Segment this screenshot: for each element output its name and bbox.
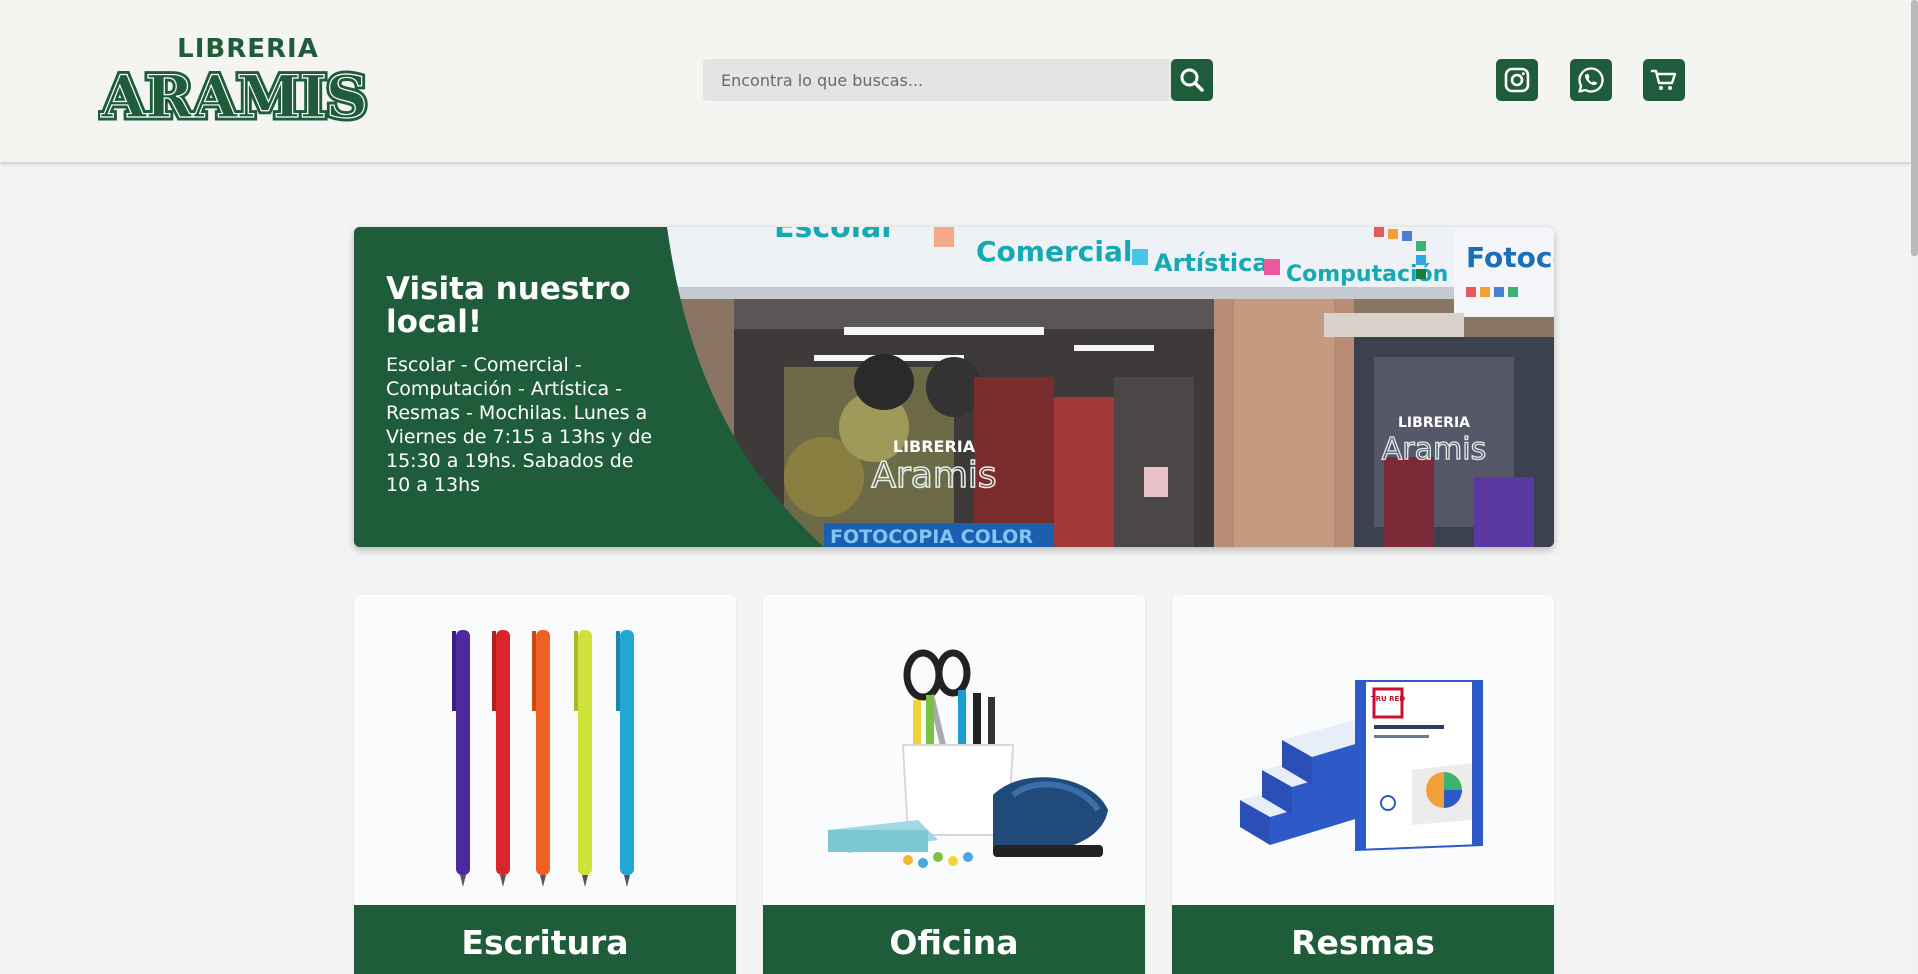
banner-title: Visita nuestro local! bbox=[386, 271, 631, 340]
cart-icon bbox=[1650, 69, 1677, 90]
instagram-icon bbox=[1504, 67, 1530, 93]
window-logo-large: Aramis bbox=[871, 455, 996, 496]
search-input[interactable] bbox=[703, 59, 1171, 101]
search-icon bbox=[1180, 68, 1204, 92]
category-card-oficina[interactable]: Oficina bbox=[763, 595, 1145, 974]
svg-text:LIBRERIA: LIBRERIA bbox=[1398, 415, 1470, 431]
category-label-resmas: Resmas bbox=[1172, 905, 1554, 974]
logo-text-small: LIBRERIA bbox=[177, 34, 319, 64]
svg-text:Aramis: Aramis bbox=[1382, 432, 1486, 467]
cart-button[interactable] bbox=[1643, 59, 1685, 101]
whatsapp-icon bbox=[1578, 67, 1604, 93]
paper-reams-image: TRU RED bbox=[1240, 680, 1483, 852]
sign-word-comercial: Comercial bbox=[976, 235, 1132, 268]
category-card-resmas[interactable]: TRU RED Resmas bbox=[1172, 595, 1554, 974]
svg-text:ARAMIS: ARAMIS bbox=[100, 64, 366, 126]
search-button[interactable] bbox=[1171, 59, 1213, 101]
instagram-button[interactable] bbox=[1496, 59, 1538, 101]
office-supplies-image bbox=[828, 649, 1108, 868]
sign-word-fotocop: Fotocop bbox=[1466, 241, 1554, 274]
search-bar bbox=[703, 59, 1213, 101]
site-logo[interactable]: LIBRERIA ARAMIS ARAMIS bbox=[98, 34, 370, 126]
sign-word-artistica: Artística bbox=[1154, 249, 1269, 277]
banner-description: Escolar - Comercial - Computación - Artí… bbox=[386, 354, 653, 496]
resma-box-brand: TRU RED bbox=[1371, 695, 1405, 703]
scrollbar[interactable] bbox=[1911, 0, 1918, 974]
store-banner[interactable]: Escolar Comercial Artística Computación … bbox=[354, 227, 1554, 547]
pens-image bbox=[452, 630, 634, 887]
whatsapp-button[interactable] bbox=[1570, 59, 1612, 101]
scrollbar-thumb[interactable] bbox=[1911, 0, 1918, 256]
window-logo-small: LIBRERIA bbox=[893, 437, 976, 456]
window-banner-text: FOTOCOPIA COLOR bbox=[830, 526, 1033, 547]
sign-word-escolar: Escolar bbox=[774, 227, 896, 245]
category-label-oficina: Oficina bbox=[763, 905, 1145, 974]
logo-wordmark: ARAMIS ARAMIS bbox=[98, 64, 370, 126]
site-header: LIBRERIA ARAMIS ARAMIS bbox=[0, 0, 1911, 162]
category-label-escritura: Escritura bbox=[354, 905, 736, 974]
category-card-escritura[interactable]: Escritura bbox=[354, 595, 736, 974]
